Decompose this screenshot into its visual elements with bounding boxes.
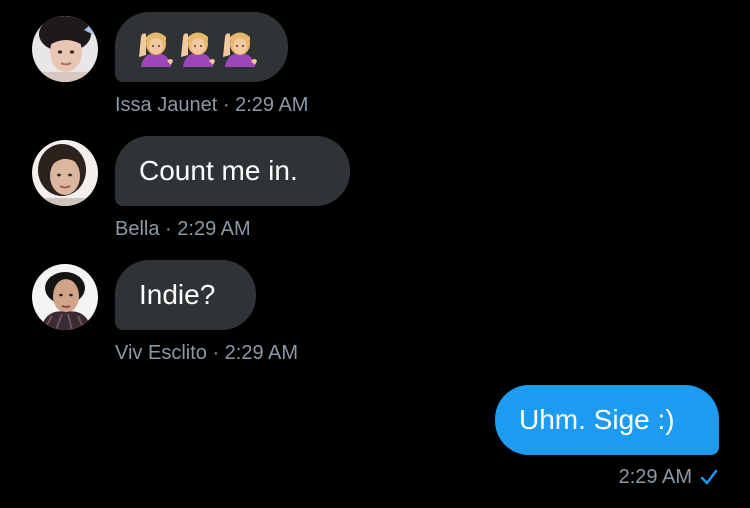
sender-name: Viv Esclito <box>115 342 207 364</box>
message-meta: Issa Jaunet · 2:29 AM <box>115 93 308 117</box>
avatar-bella[interactable] <box>32 140 98 206</box>
message-time: 2:29 AM <box>235 94 309 116</box>
avatar-viv-esclito[interactable] <box>32 264 98 330</box>
person-raising-hand-icon <box>139 32 173 67</box>
message-text: Count me in. <box>139 155 298 186</box>
outgoing-message-bubble[interactable]: Uhm. Sige :) <box>495 385 719 455</box>
message-time: 2:29 AM <box>177 218 251 240</box>
sender-name: Bella <box>115 218 160 240</box>
message-time: 2:29 AM <box>618 466 692 488</box>
person-photo-icon <box>32 16 98 82</box>
person-photo-icon <box>32 264 98 330</box>
message-meta: Bella · 2:29 AM <box>115 217 251 241</box>
avatar-issa-jaunet[interactable] <box>32 16 98 82</box>
message-time: 2:29 AM <box>224 342 299 364</box>
message-bubble[interactable]: Count me in. <box>115 136 350 206</box>
person-photo-icon <box>32 140 98 206</box>
sender-name: Issa Jaunet <box>115 94 218 116</box>
message-text: Uhm. Sige :) <box>519 404 675 435</box>
message-bubble-emoji[interactable] <box>115 12 288 82</box>
sent-check-icon <box>700 468 718 492</box>
meta-separator: · <box>217 94 236 116</box>
person-raising-hand-icon <box>223 32 257 67</box>
emoji-row <box>137 12 266 82</box>
message-bubble[interactable]: Indie? <box>115 260 256 330</box>
person-raising-hand-icon <box>181 32 215 67</box>
outgoing-message-meta: 2:29 AM <box>619 465 718 492</box>
message-text: Indie? <box>139 279 216 310</box>
meta-separator: · <box>159 218 178 240</box>
meta-separator: · <box>206 342 225 364</box>
message-meta: Viv Esclito · 2:29 AM <box>115 341 298 365</box>
